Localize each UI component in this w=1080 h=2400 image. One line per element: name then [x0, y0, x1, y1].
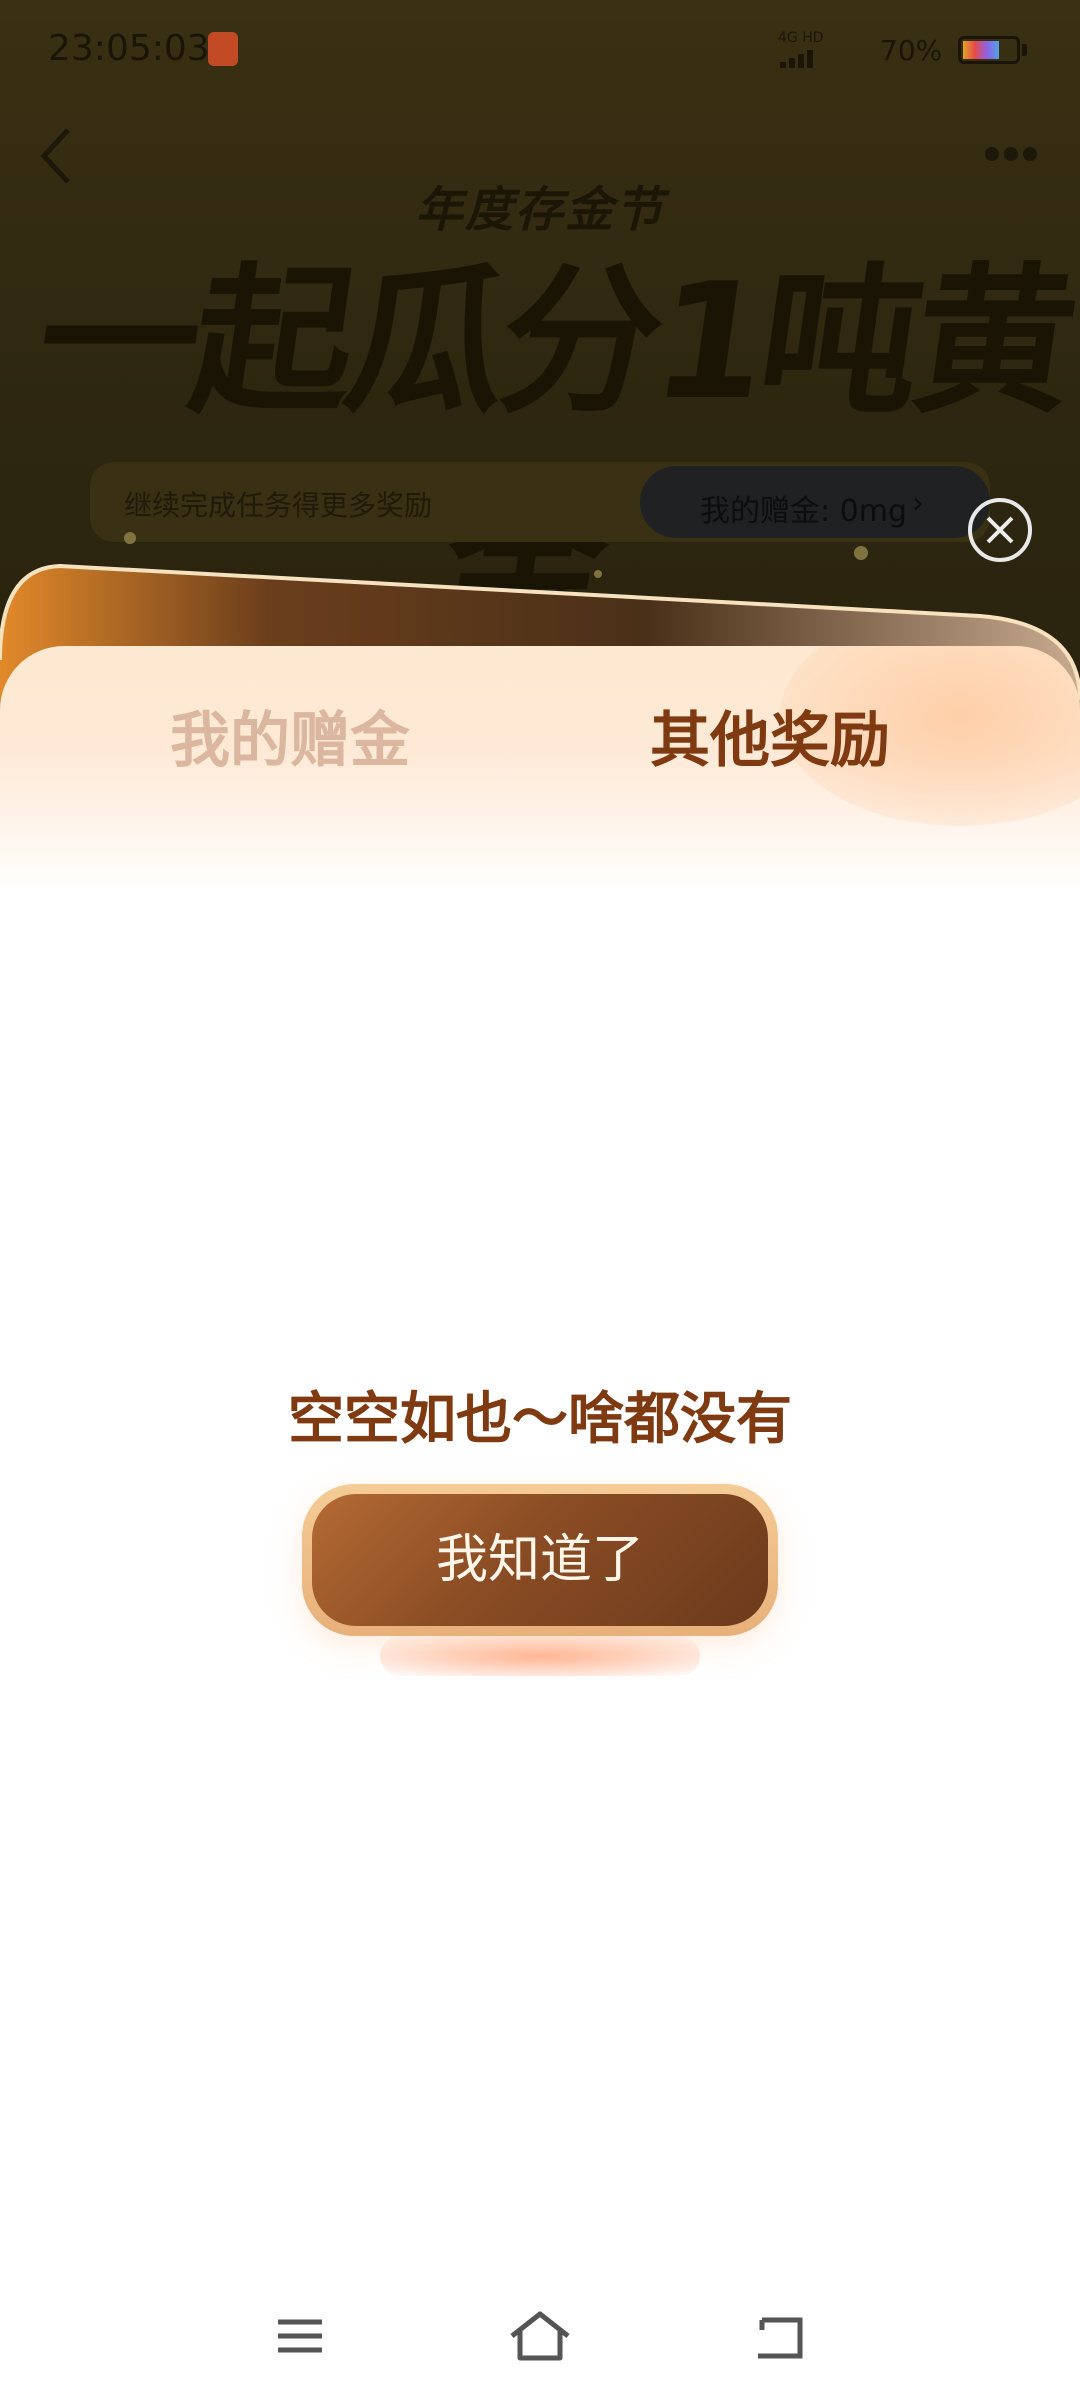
status-bar: 23:05:03 4G HD 70%	[0, 0, 1080, 100]
got-it-button-face: 我知道了	[312, 1494, 768, 1626]
tab-other-rewards[interactable]: 其他奖励	[650, 692, 890, 779]
tab-my-gift-gold[interactable]: 我的赠金	[170, 692, 410, 779]
my-gift-gold-text: 我的赠金: 0mg	[700, 494, 907, 529]
network-label: 4G HD	[778, 30, 824, 46]
system-nav-bar	[0, 2280, 1080, 2400]
app-notification-icon	[208, 32, 238, 66]
button-glow	[380, 1636, 700, 1676]
home-icon[interactable]	[500, 2306, 580, 2366]
battery-tip	[1022, 44, 1027, 56]
rewards-sheet: 我的赠金 其他奖励 空空如也～啥都没有 我知道了	[0, 646, 1080, 2400]
task-hint-text: 继续完成任务得更多奖励	[124, 489, 433, 522]
sparkle-decoration	[854, 546, 868, 560]
close-icon	[986, 516, 1014, 544]
battery-percent: 70%	[880, 34, 943, 67]
chevron-right-icon: ›	[912, 486, 924, 521]
battery-icon	[958, 36, 1020, 64]
got-it-button-label: 我知道了	[435, 1530, 644, 1590]
menu-icon[interactable]	[260, 2306, 340, 2366]
more-dots-icon[interactable]	[984, 144, 1038, 164]
empty-state-message: 空空如也～啥都没有	[288, 1387, 792, 1452]
close-button[interactable]	[968, 498, 1032, 562]
status-time: 23:05:03	[48, 28, 210, 69]
back-icon[interactable]	[740, 2306, 820, 2366]
got-it-button[interactable]: 我知道了	[302, 1484, 778, 1636]
signal-icon	[780, 50, 813, 68]
sparkle-decoration	[124, 532, 136, 544]
